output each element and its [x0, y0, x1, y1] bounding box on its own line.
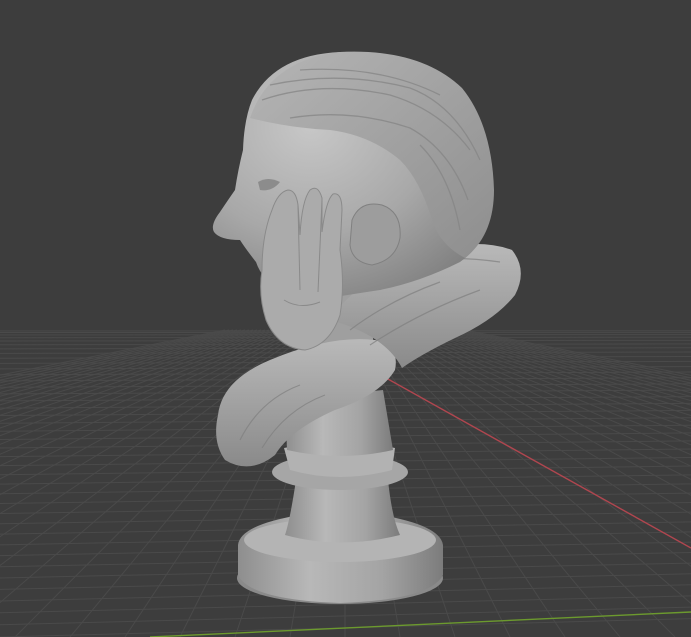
grid-line — [452, 329, 691, 384]
grid-line — [428, 329, 691, 406]
grid-line — [436, 329, 691, 397]
grid-line — [424, 329, 691, 411]
viewport-canvas[interactable] — [0, 0, 691, 637]
grid-line — [432, 329, 691, 402]
sculpted-bust[interactable] — [212, 51, 521, 604]
3d-viewport[interactable] — [0, 0, 691, 637]
